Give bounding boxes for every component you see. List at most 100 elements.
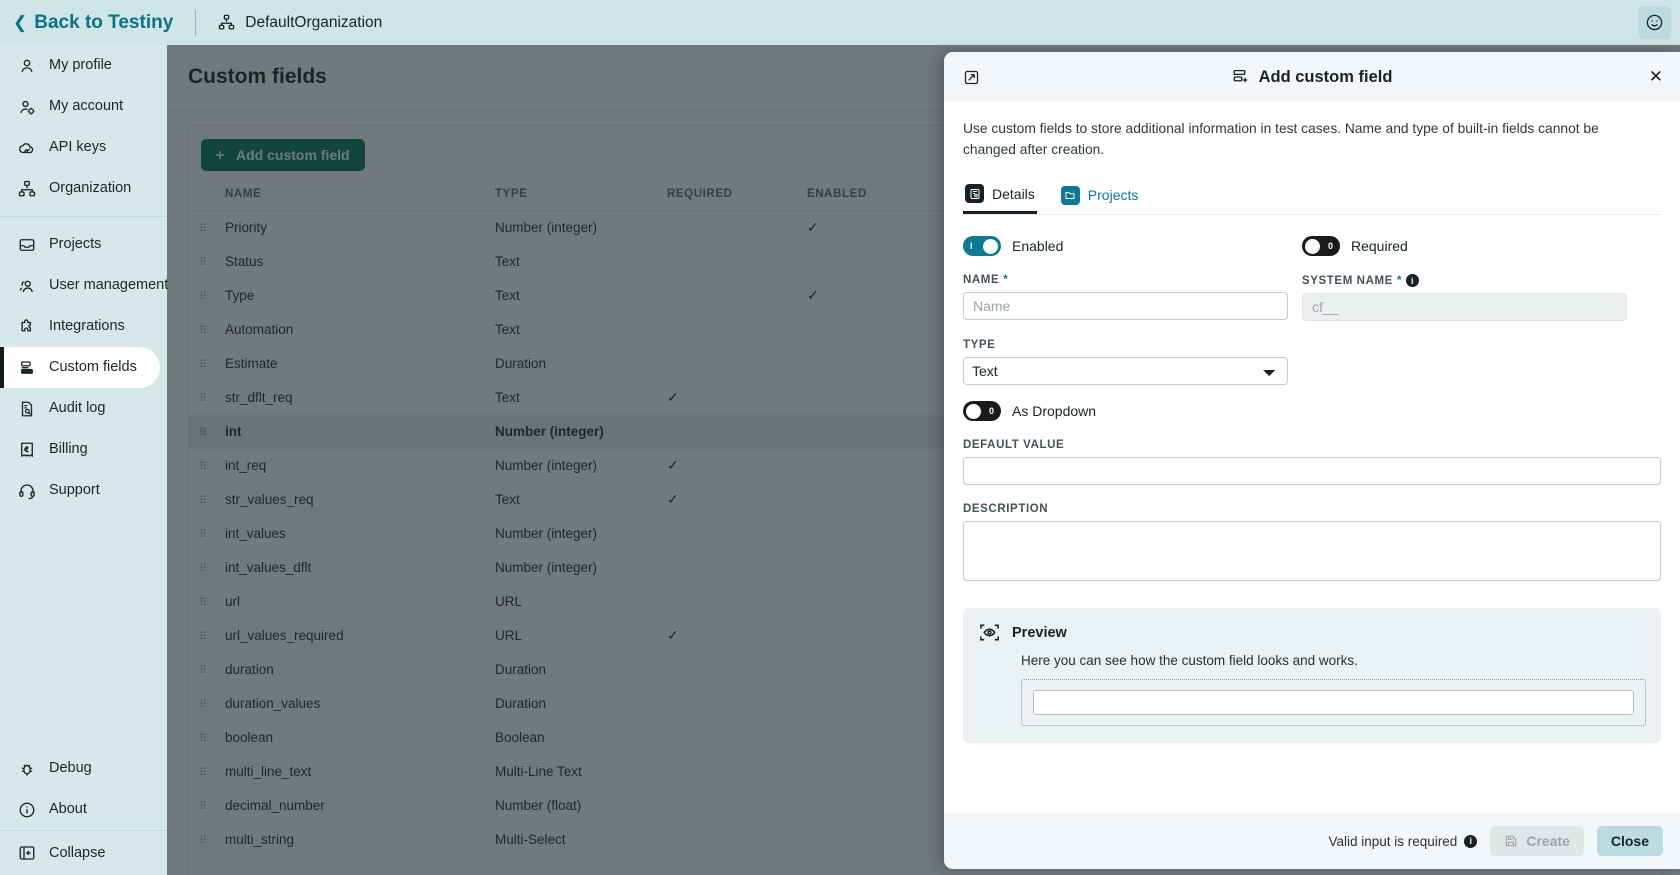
inbox-icon	[18, 236, 36, 254]
save-icon	[1504, 834, 1518, 848]
sidebar-item-api-keys[interactable]: API keys	[0, 127, 167, 168]
required-toggle-state: 0	[1328, 241, 1333, 251]
bug-icon	[18, 760, 36, 778]
validation-text: Valid input is required	[1328, 834, 1457, 849]
system-name-input[interactable]	[1302, 293, 1627, 321]
preview-header: Preview	[978, 621, 1646, 644]
sidebar-item-label: Organization	[49, 181, 131, 196]
sidebar-item-support[interactable]: Support	[0, 470, 167, 511]
org-chart-icon	[218, 14, 235, 31]
sidebar-item-label: User management	[49, 278, 168, 293]
sidebar-item-label: My account	[49, 99, 123, 114]
as-dropdown-toggle[interactable]: 0	[963, 401, 1001, 421]
feedback-smiley-button[interactable]	[1638, 6, 1671, 39]
tab-projects-label: Projects	[1088, 187, 1139, 203]
tab-projects[interactable]: Projects	[1059, 179, 1141, 214]
sidebar-item-about[interactable]: About	[0, 789, 167, 830]
name-required-star: *	[1003, 274, 1008, 286]
sidebar-item-user-management[interactable]: User management	[0, 265, 167, 306]
sidebar-item-custom-fields[interactable]: Custom fields	[0, 347, 160, 388]
users-icon	[18, 277, 36, 295]
sidebar-spacer	[0, 511, 167, 748]
sidebar-item-organization[interactable]: Organization	[0, 168, 167, 209]
sidebar: My profile My account AP	[0, 45, 167, 875]
required-toggle-label: Required	[1351, 238, 1408, 254]
puzzle-icon	[18, 318, 36, 336]
preview-subtitle: Here you can see how the custom field lo…	[1021, 653, 1646, 668]
required-toggle[interactable]: 0	[1302, 236, 1340, 256]
as-dropdown-toggle-state: 0	[989, 406, 994, 416]
sidebar-divider	[0, 216, 167, 217]
as-dropdown-toggle-label: As Dropdown	[1012, 403, 1096, 419]
sidebar-item-label: My profile	[49, 58, 112, 73]
name-field-label: NAME *	[963, 274, 1288, 286]
sidebar-collapse-button[interactable]: Collapse	[0, 831, 167, 875]
panel-intro-text: Use custom fields to store additional in…	[963, 102, 1653, 160]
preview-title: Preview	[1012, 625, 1067, 641]
description-label: DESCRIPTION	[963, 503, 1661, 515]
organization-name: DefaultOrganization	[245, 14, 382, 32]
description-textarea[interactable]	[963, 521, 1661, 581]
tab-details[interactable]: Details	[963, 179, 1037, 214]
back-to-testiny-link[interactable]: ❮ Back to Testiny	[13, 12, 173, 34]
collapse-panel-icon	[18, 844, 36, 862]
sidebar-item-label: Audit log	[49, 401, 105, 416]
details-icon	[965, 184, 984, 203]
sidebar-item-my-profile[interactable]: My profile	[0, 45, 167, 86]
add-field-icon	[1232, 68, 1250, 86]
create-button-label: Create	[1526, 833, 1570, 849]
add-custom-field-panel: Add custom field ✕ Use custom fields to …	[944, 52, 1680, 869]
sidebar-group-account: My profile My account AP	[0, 45, 167, 209]
topbar-divider	[195, 10, 196, 36]
name-input[interactable]	[963, 292, 1288, 320]
user-gear-icon	[18, 98, 36, 116]
organization-selector[interactable]: DefaultOrganization	[218, 14, 382, 32]
panel-title: Add custom field	[1259, 68, 1393, 87]
validation-message: Valid input is required i	[1328, 834, 1477, 849]
user-icon	[18, 57, 36, 75]
headset-icon	[18, 482, 36, 500]
receipt-euro-icon	[18, 441, 36, 459]
expand-panel-icon[interactable]	[960, 66, 982, 88]
create-button[interactable]: Create	[1490, 826, 1584, 856]
panel-title-wrap: Add custom field	[944, 68, 1680, 87]
required-toggle-col: 0 Required SYSTEM NAME * i	[1302, 236, 1627, 321]
close-icon[interactable]: ✕	[1649, 67, 1663, 87]
as-dropdown-toggle-row: 0 As Dropdown	[963, 401, 1661, 421]
default-value-label: DEFAULT VALUE	[963, 439, 1661, 451]
preview-field-input[interactable]	[1033, 690, 1634, 715]
close-button[interactable]: Close	[1597, 826, 1663, 856]
back-link-label: Back to Testiny	[34, 12, 173, 34]
sidebar-item-integrations[interactable]: Integrations	[0, 306, 167, 347]
sidebar-item-label: Projects	[49, 237, 101, 252]
info-icon[interactable]: i	[1464, 835, 1477, 848]
sidebar-item-my-account[interactable]: My account	[0, 86, 167, 127]
sidebar-item-billing[interactable]: Billing	[0, 429, 167, 470]
enabled-toggle[interactable]: I	[963, 236, 1001, 256]
info-circle-icon	[18, 801, 36, 819]
system-name-field-label: SYSTEM NAME * i	[1302, 274, 1627, 287]
preview-section: Preview Here you can see how the custom …	[963, 608, 1661, 743]
sidebar-item-label: Billing	[49, 442, 88, 457]
enabled-toggle-knob	[983, 239, 998, 254]
close-button-label: Close	[1611, 833, 1649, 849]
audit-log-icon	[18, 400, 36, 418]
system-name-label-text: SYSTEM NAME	[1302, 275, 1393, 287]
sidebar-item-label: Support	[49, 483, 100, 498]
sidebar-item-audit-log[interactable]: Audit log	[0, 388, 167, 429]
custom-fields-icon	[18, 359, 36, 377]
sidebar-item-label: Custom fields	[49, 360, 137, 375]
panel-footer: Valid input is required i Create Close	[944, 813, 1680, 869]
info-icon[interactable]: i	[1406, 274, 1419, 287]
enabled-toggle-label: Enabled	[1012, 238, 1063, 254]
name-label-text: NAME	[963, 274, 999, 286]
sidebar-item-debug[interactable]: Debug	[0, 748, 167, 789]
sidebar-group-admin: Projects User management Integrations	[0, 224, 167, 511]
sidebar-item-projects[interactable]: Projects	[0, 224, 167, 265]
type-select[interactable]: TextMulti-Line TextNumber (integer)Numbe…	[963, 357, 1288, 385]
required-toggle-knob	[1305, 239, 1320, 254]
default-value-input[interactable]	[963, 457, 1661, 485]
sidebar-collapse-label: Collapse	[49, 846, 105, 861]
enabled-toggle-col: I Enabled NAME *	[963, 236, 1288, 321]
tab-details-label: Details	[992, 186, 1035, 202]
